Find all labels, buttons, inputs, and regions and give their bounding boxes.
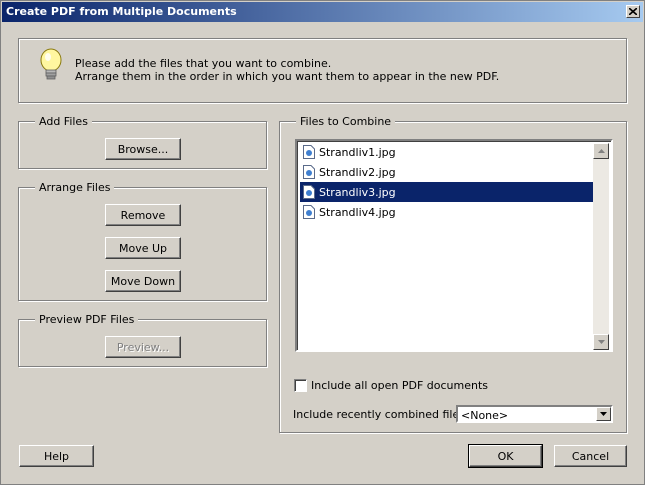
files-listbox[interactable]: Strandliv1.jpg Strandliv2.jpg Strandliv3.j… — [295, 139, 613, 352]
add-files-label: Add Files — [35, 115, 92, 128]
help-button[interactable]: Help — [19, 445, 94, 467]
scroll-down-button[interactable] — [593, 334, 609, 350]
arrow-down-icon — [597, 340, 605, 344]
file-name: Strandliv2.jpg — [319, 165, 396, 179]
lightbulb-icon — [40, 48, 62, 80]
image-file-icon — [303, 165, 315, 179]
info-panel: Please add the files that you want to co… — [18, 38, 627, 103]
remove-button[interactable]: Remove — [105, 204, 181, 226]
image-file-icon — [303, 205, 315, 219]
include-open-checkbox[interactable] — [294, 379, 307, 392]
recent-files-value: <None> — [461, 409, 509, 422]
close-button[interactable] — [626, 5, 640, 18]
dropdown-button[interactable] — [596, 407, 611, 421]
title-bar[interactable]: Create PDF from Multiple Documents — [2, 2, 643, 22]
close-icon — [629, 8, 637, 15]
ok-button[interactable]: OK — [468, 444, 543, 468]
move-up-button[interactable]: Move Up — [105, 237, 181, 259]
arrange-files-label: Arrange Files — [35, 181, 115, 194]
move-down-button[interactable]: Move Down — [105, 270, 181, 292]
scroll-up-button[interactable] — [593, 143, 609, 159]
recent-files-dropdown[interactable]: <None> — [456, 405, 613, 423]
cancel-button[interactable]: Cancel — [554, 445, 627, 467]
preview-label: Preview PDF Files — [35, 313, 139, 326]
preview-button[interactable]: Preview... — [105, 336, 181, 358]
image-file-icon — [303, 185, 315, 199]
include-open-label[interactable]: Include all open PDF documents — [311, 379, 488, 392]
file-name: Strandliv1.jpg — [319, 145, 396, 159]
dialog-window: Create PDF from Multiple Documents Pleas… — [0, 0, 645, 485]
file-name: Strandliv4.jpg — [319, 205, 396, 219]
info-line-1: Please add the files that you want to co… — [75, 57, 332, 70]
browse-button[interactable]: Browse... — [105, 138, 181, 160]
window-title: Create PDF from Multiple Documents — [6, 5, 237, 18]
file-list-item[interactable]: Strandliv1.jpg — [300, 142, 593, 162]
file-name: Strandliv3.jpg — [319, 185, 396, 199]
recent-files-label: Include recently combined files: — [293, 408, 469, 421]
file-list-item[interactable]: Strandliv2.jpg — [300, 162, 593, 182]
file-list-item[interactable]: Strandliv3.jpg — [300, 182, 593, 202]
chevron-down-icon — [600, 412, 607, 416]
arrow-up-icon — [597, 149, 605, 153]
files-scrollbar[interactable] — [593, 143, 609, 350]
file-list-item[interactable]: Strandliv4.jpg — [300, 202, 593, 222]
files-to-combine-label: Files to Combine — [296, 115, 396, 128]
image-file-icon — [303, 145, 315, 159]
info-line-2: Arrange them in the order in which you w… — [75, 70, 500, 83]
